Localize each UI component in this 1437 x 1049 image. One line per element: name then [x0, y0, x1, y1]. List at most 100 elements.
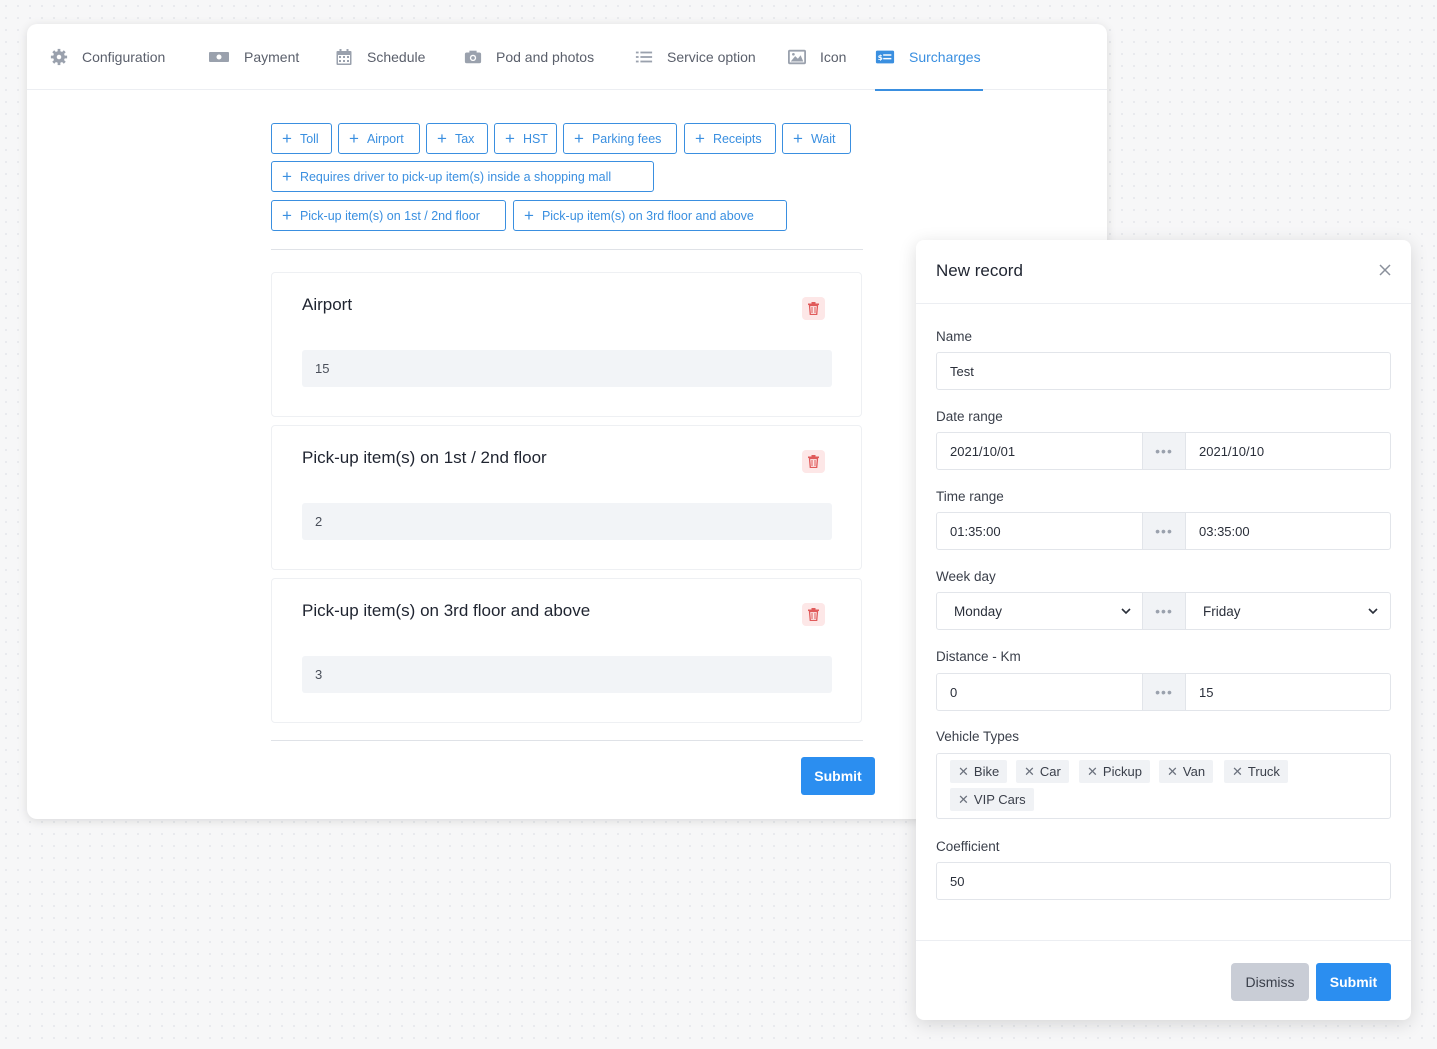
svg-text:$: $: [878, 53, 883, 62]
banknote-icon: [209, 52, 229, 62]
chip-label: Requires driver to pick-up item(s) insid…: [299, 169, 612, 184]
surcharge-card: Pick-up item(s) on 3rd floor and above 3: [271, 578, 862, 723]
chip-label: Pick-up item(s) on 3rd floor and above: [541, 208, 754, 223]
add-wait-chip[interactable]: + Wait: [782, 123, 851, 154]
vehicle-tag: ✕ Bike: [950, 760, 1008, 783]
weekday-from-select[interactable]: Monday: [954, 593, 1136, 629]
tab-icon[interactable]: Icon: [788, 24, 846, 90]
tab-label: Icon: [820, 49, 847, 65]
surcharge-value-input[interactable]: 15: [302, 350, 832, 387]
distance-label: Distance - Km: [936, 649, 1021, 664]
select-value: Friday: [1203, 603, 1241, 619]
date-range-picker: 2021/10/01 ••• 2021/10/10: [936, 432, 1391, 470]
tab-schedule[interactable]: Schedule: [335, 24, 425, 90]
tab-surcharges[interactable]: $ Surcharges: [875, 24, 983, 91]
tag-label: Pickup: [1102, 764, 1142, 779]
dismiss-button[interactable]: Dismiss: [1231, 963, 1309, 1001]
range-separator: •••: [1142, 674, 1186, 710]
tab-label: Payment: [244, 49, 300, 65]
remove-tag-icon[interactable]: ✕: [1232, 764, 1243, 780]
remove-tag-icon[interactable]: ✕: [958, 764, 969, 780]
add-hst-chip[interactable]: + HST: [494, 123, 557, 154]
date-range-label: Date range: [936, 409, 1003, 424]
tab-service-option[interactable]: Service option: [635, 24, 756, 90]
close-icon[interactable]: [1378, 263, 1392, 277]
remove-tag-icon[interactable]: ✕: [1087, 764, 1098, 780]
gear-icon: [50, 48, 68, 66]
trash-icon: [808, 608, 819, 621]
modal-submit-button[interactable]: Submit: [1316, 963, 1391, 1001]
name-label: Name: [936, 329, 973, 344]
chip-label: Receipts: [712, 131, 762, 146]
add-parking-fees-chip[interactable]: + Parking fees: [563, 123, 677, 154]
vehicle-tag: ✕ VIP Cars: [950, 788, 1034, 811]
surcharge-title: Pick-up item(s) on 3rd floor and above: [302, 601, 591, 620]
weekday-to-select[interactable]: Friday: [1203, 593, 1383, 629]
add-airport-chip[interactable]: + Airport: [338, 123, 420, 154]
tab-payment[interactable]: Payment: [208, 24, 299, 90]
chevron-down-icon: [1368, 608, 1378, 615]
trash-icon: [808, 455, 819, 468]
vehicle-tag: ✕ Truck: [1224, 760, 1288, 783]
chip-label: Pick-up item(s) on 1st / 2nd floor: [299, 208, 480, 223]
plus-icon: +: [437, 129, 447, 148]
plus-icon: +: [505, 129, 515, 148]
surcharge-value-input[interactable]: 3: [302, 656, 832, 693]
plus-icon: +: [695, 129, 705, 148]
surcharge-card: Airport 15: [271, 272, 862, 417]
distance-range: 0 ••• 15: [936, 673, 1391, 711]
new-record-modal: New record Name Test Date range 2021/10/…: [916, 240, 1411, 1020]
time-from-field[interactable]: 01:35:00: [950, 513, 1140, 549]
surcharge-title: Pick-up item(s) on 1st / 2nd floor: [302, 448, 547, 467]
chip-label: HST: [522, 131, 548, 146]
modal-header: New record: [916, 240, 1411, 304]
list-icon: [635, 51, 653, 63]
range-separator: •••: [1142, 593, 1186, 629]
select-value: Monday: [954, 603, 1003, 619]
time-range-picker: 01:35:00 ••• 03:35:00: [936, 512, 1391, 550]
coefficient-field[interactable]: 50: [936, 862, 1391, 900]
delete-button[interactable]: [802, 603, 825, 626]
name-field[interactable]: Test: [936, 352, 1391, 390]
plus-icon: +: [282, 167, 292, 186]
week-day-label: Week day: [936, 569, 996, 584]
tab-label: Configuration: [82, 49, 166, 65]
week-day-range: Monday ••• Friday: [936, 592, 1391, 630]
add-toll-chip[interactable]: + Toll: [271, 123, 332, 154]
tab-label: Service option: [667, 49, 756, 65]
tab-pod-and-photos[interactable]: Pod and photos: [464, 24, 594, 90]
time-to-field[interactable]: 03:35:00: [1199, 513, 1389, 549]
date-from-field[interactable]: 2021/10/01: [950, 433, 1140, 469]
submit-button[interactable]: Submit: [801, 757, 875, 795]
distance-from-field[interactable]: 0: [950, 674, 1140, 710]
plus-icon: +: [349, 129, 359, 148]
distance-to-field[interactable]: 15: [1199, 674, 1389, 710]
vehicle-types-label: Vehicle Types: [936, 729, 1020, 744]
delete-button[interactable]: [802, 297, 825, 320]
add-3rd-floor-chip[interactable]: + Pick-up item(s) on 3rd floor and above: [513, 200, 787, 231]
tab-configuration[interactable]: Configuration: [50, 24, 165, 90]
surcharge-value-input[interactable]: 2: [302, 503, 832, 540]
plus-icon: +: [282, 206, 292, 225]
remove-tag-icon[interactable]: ✕: [1024, 764, 1035, 780]
add-1st-2nd-floor-chip[interactable]: + Pick-up item(s) on 1st / 2nd floor: [271, 200, 506, 231]
add-receipts-chip[interactable]: + Receipts: [684, 123, 776, 154]
chip-label: Tax: [454, 131, 475, 146]
plus-icon: +: [524, 206, 534, 225]
tab-bar: Configuration Payment Schedule Pod and p…: [27, 24, 1107, 91]
add-shopping-mall-chip[interactable]: + Requires driver to pick-up item(s) insi…: [271, 161, 654, 192]
remove-tag-icon[interactable]: ✕: [958, 792, 969, 808]
remove-tag-icon[interactable]: ✕: [1167, 764, 1178, 780]
chip-label: Airport: [366, 131, 404, 146]
tab-label: Pod and photos: [496, 49, 595, 65]
vehicle-types-select[interactable]: ✕ Bike ✕ Car ✕ Pickup ✕ Van ✕ Truck ✕ VIP Cars: [936, 753, 1391, 819]
tag-label: Van: [1182, 764, 1206, 779]
image-icon: [788, 49, 806, 65]
delete-button[interactable]: [802, 450, 825, 473]
modal-title: New record: [936, 261, 1023, 280]
date-to-field[interactable]: 2021/10/10: [1199, 433, 1389, 469]
add-tax-chip[interactable]: + Tax: [426, 123, 488, 154]
time-range-label: Time range: [936, 489, 1004, 504]
divider: [271, 249, 863, 250]
trash-icon: [808, 302, 819, 315]
